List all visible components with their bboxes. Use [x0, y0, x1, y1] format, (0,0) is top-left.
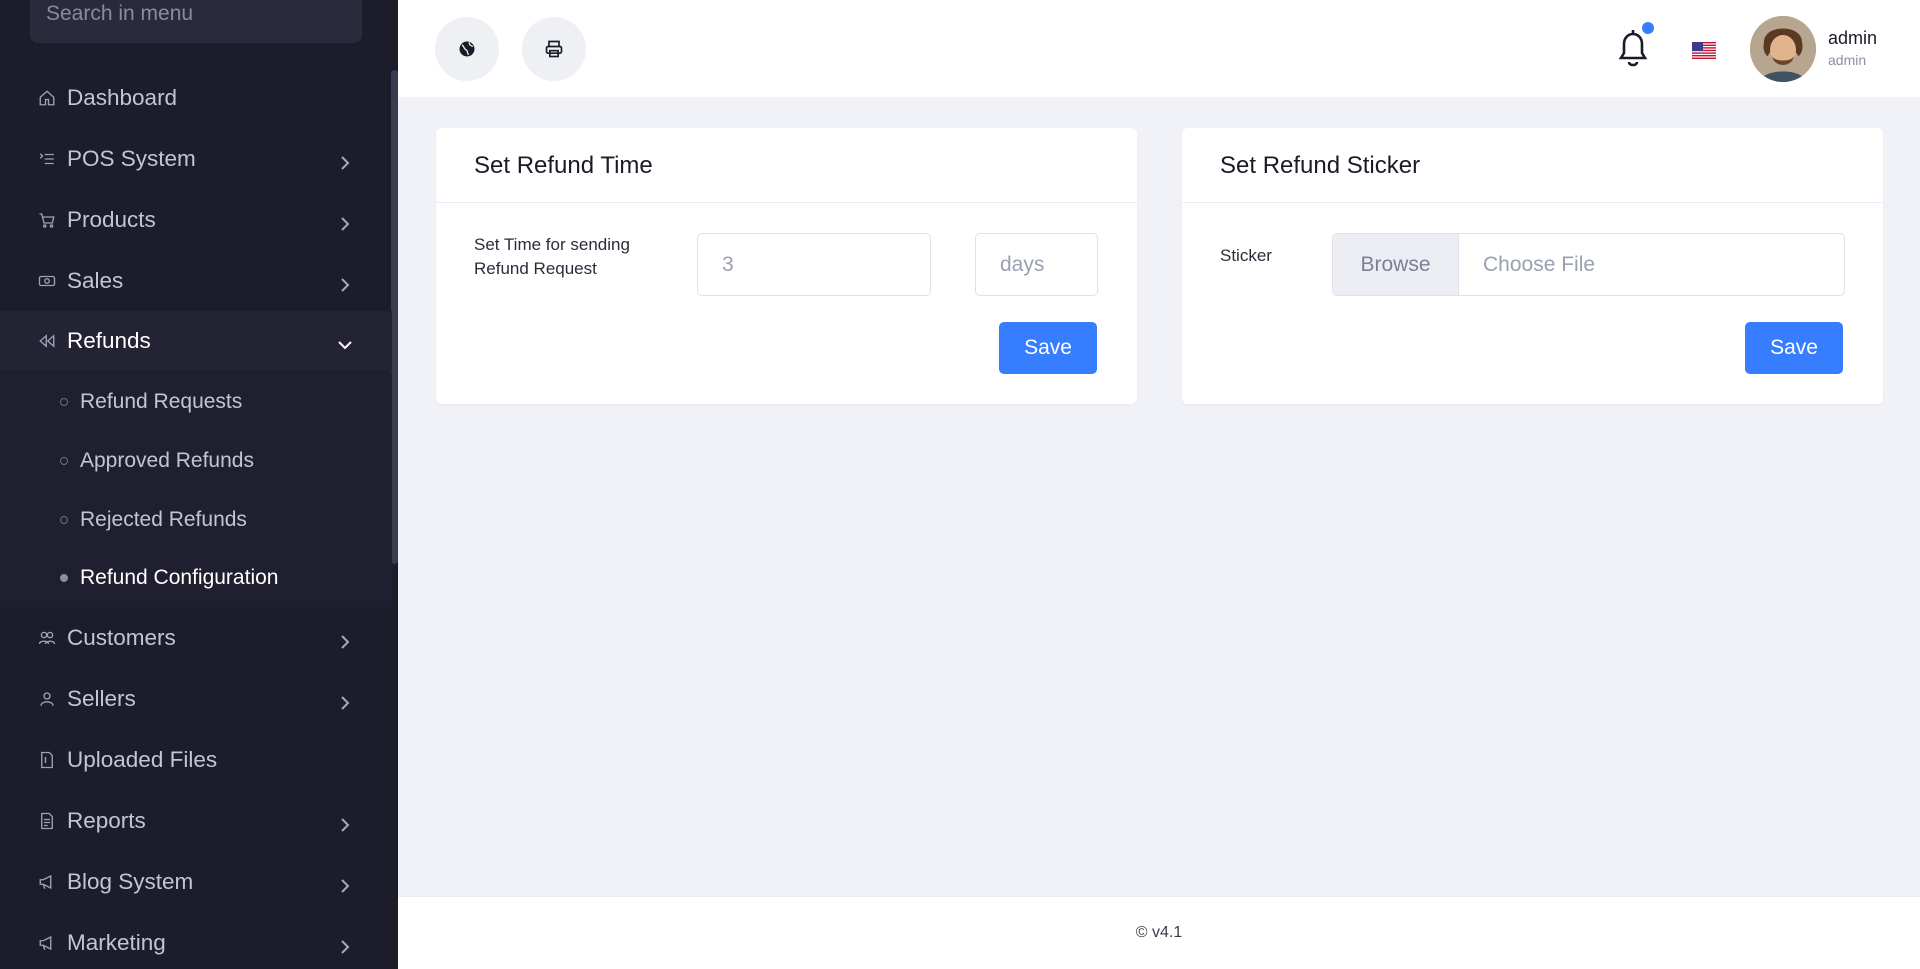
user-name[interactable]: admin — [1828, 28, 1877, 49]
sidebar-item-refunds[interactable]: Refunds — [0, 311, 392, 371]
sidebar-item-customers[interactable]: Customers — [0, 608, 392, 668]
sidebar-item-marketing[interactable]: Marketing — [0, 913, 392, 969]
sidebar: Search in menu Dashboard POS System Prod… — [0, 0, 398, 969]
submenu-item-label: Approved Refunds — [80, 448, 254, 472]
home-icon — [38, 89, 56, 107]
print-button[interactable] — [522, 17, 586, 81]
submenu-item-label: Rejected Refunds — [80, 507, 247, 531]
submenu-item-refund-requests[interactable]: Refund Requests — [0, 374, 392, 429]
sidebar-item-sellers[interactable]: Sellers — [0, 669, 392, 729]
users-icon — [38, 629, 56, 647]
user-role: admin — [1828, 52, 1867, 68]
save-refund-time-button[interactable]: Save — [999, 322, 1097, 374]
sidebar-item-dashboard[interactable]: Dashboard — [0, 68, 392, 128]
refund-time-label: Set Time for sending Refund Request — [474, 235, 630, 278]
sidebar-item-label: Dashboard — [67, 85, 178, 110]
chevron-right-icon — [337, 935, 353, 954]
bullet-icon — [60, 456, 68, 465]
sidebar-item-label: Customers — [67, 625, 176, 650]
bullet-icon — [60, 397, 68, 406]
avatar[interactable] — [1750, 16, 1816, 82]
chevron-right-icon — [337, 813, 353, 832]
sticker-label: Sticker — [1220, 246, 1272, 265]
bullet-icon — [60, 515, 68, 524]
sidebar-search-input[interactable]: Search in menu — [30, 0, 362, 43]
sidebar-item-label: POS System — [67, 146, 196, 171]
sidebar-item-label: Reports — [67, 808, 146, 833]
money-icon — [38, 272, 56, 290]
website-button[interactable] — [435, 17, 499, 81]
sidebar-item-uploaded-files[interactable]: Uploaded Files — [0, 730, 392, 790]
version-text: © v4.1 — [1135, 924, 1183, 941]
refund-time-card: Set Refund Time Set Time for sending Ref… — [436, 128, 1137, 404]
printer-icon — [545, 40, 563, 58]
list-icon — [38, 150, 56, 168]
chevron-right-icon — [337, 874, 353, 893]
refund-days-input[interactable]: 3 — [697, 233, 931, 296]
sticker-file-input[interactable]: Browse Choose File — [1332, 233, 1845, 296]
sidebar-item-blog-system[interactable]: Blog System — [0, 852, 392, 912]
submenu-item-label: Refund Requests — [80, 389, 243, 413]
chevron-right-icon — [337, 691, 353, 710]
file-icon — [38, 751, 56, 769]
sidebar-item-products[interactable]: Products — [0, 190, 392, 250]
sidebar-item-sales[interactable]: Sales — [0, 251, 392, 311]
chevron-right-icon — [337, 273, 353, 292]
top-header: admin admin — [398, 0, 1920, 97]
megaphone-icon — [38, 873, 56, 891]
notification-badge — [1642, 22, 1654, 34]
footer: © v4.1 — [398, 896, 1920, 969]
sidebar-item-label: Uploaded Files — [67, 747, 218, 772]
chevron-right-icon — [337, 212, 353, 231]
sidebar-item-label: Refunds — [67, 328, 151, 353]
sidebar-item-label: Sales — [67, 268, 124, 293]
bullet-icon — [60, 573, 68, 582]
submenu-item-refund-configuration[interactable]: Refund Configuration — [0, 550, 392, 605]
sidebar-item-reports[interactable]: Reports — [0, 791, 392, 851]
chevron-right-icon — [337, 630, 353, 649]
refund-icon — [38, 332, 56, 350]
card-title: Set Refund Sticker — [1182, 128, 1883, 203]
sidebar-item-label: Marketing — [67, 930, 166, 955]
sidebar-item-label: Sellers — [67, 686, 136, 711]
chevron-right-icon — [337, 151, 353, 170]
submenu-item-approved-refunds[interactable]: Approved Refunds — [0, 433, 392, 488]
browse-button[interactable]: Browse — [1333, 234, 1459, 295]
sidebar-scrollbar[interactable] — [391, 70, 398, 564]
refunds-submenu: Refund Requests Approved Refunds Rejecte… — [0, 372, 392, 607]
cart-icon — [38, 211, 56, 229]
card-title: Set Refund Time — [436, 128, 1137, 203]
choose-file-placeholder[interactable]: Choose File — [1459, 234, 1844, 295]
us-flag-icon[interactable] — [1692, 42, 1716, 59]
submenu-item-rejected-refunds[interactable]: Rejected Refunds — [0, 492, 392, 547]
megaphone-icon — [38, 934, 56, 952]
sidebar-item-label: Blog System — [67, 869, 194, 894]
sidebar-item-pos-system[interactable]: POS System — [0, 129, 392, 189]
submenu-item-label: Refund Configuration — [80, 565, 279, 589]
report-icon — [38, 812, 56, 830]
save-sticker-button[interactable]: Save — [1745, 322, 1843, 374]
days-unit-field: days — [975, 233, 1098, 296]
user-icon — [38, 690, 56, 708]
sidebar-item-label: Products — [67, 207, 156, 232]
globe-icon — [459, 41, 475, 57]
refund-sticker-card: Set Refund Sticker Sticker Browse Choose… — [1182, 128, 1883, 404]
chevron-down-icon — [337, 333, 353, 350]
